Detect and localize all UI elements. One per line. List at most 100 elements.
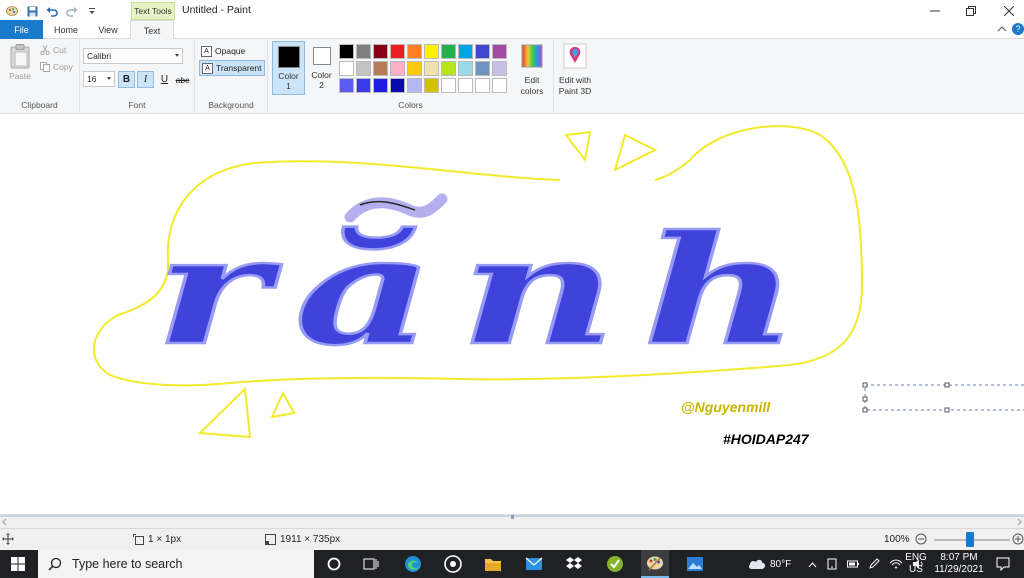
- device-icon[interactable]: [826, 558, 838, 570]
- copy-button[interactable]: Copy: [40, 62, 73, 72]
- file-explorer-icon[interactable]: [483, 554, 503, 574]
- language-indicator[interactable]: ENG US: [905, 550, 927, 578]
- selection-size-text: 1 × 1px: [148, 534, 182, 545]
- palette-swatch[interactable]: [424, 78, 439, 93]
- tab-text[interactable]: Text: [130, 20, 174, 40]
- palette-swatch[interactable]: [356, 61, 371, 76]
- horizontal-scrollbar[interactable]: [0, 514, 1024, 528]
- palette-swatch[interactable]: [458, 78, 473, 93]
- drawing-canvas[interactable]: rănh @Nguyenmill #HOIDAP247: [0, 115, 1024, 514]
- palette-swatch[interactable]: [492, 78, 507, 93]
- zoom-level: 100%: [884, 534, 910, 545]
- palette-swatch[interactable]: [356, 44, 371, 59]
- taskbar-search-box[interactable]: Type here to search: [38, 550, 314, 578]
- strikethrough-button[interactable]: abc: [174, 71, 191, 88]
- image-size-indicator: 1911 × 735px: [265, 534, 340, 545]
- help-icon[interactable]: ?: [1012, 23, 1024, 35]
- palette-swatch[interactable]: [492, 61, 507, 76]
- customize-toolbar-icon[interactable]: [85, 4, 99, 18]
- edit-with-paint3d-button[interactable]: Edit with Paint 3D: [556, 43, 594, 97]
- edit-colors-button[interactable]: Edit colors: [517, 43, 547, 97]
- bold-button[interactable]: B: [118, 71, 135, 88]
- photos-icon[interactable]: [685, 554, 705, 574]
- paste-button[interactable]: Paste: [6, 43, 34, 81]
- palette-swatch[interactable]: [475, 61, 490, 76]
- palette-swatch[interactable]: [373, 61, 388, 76]
- notifications-icon[interactable]: [996, 550, 1010, 578]
- clock-date: 11/29/2021: [934, 564, 984, 575]
- steam-icon[interactable]: [443, 554, 463, 574]
- palette-swatch[interactable]: [373, 44, 388, 59]
- color1-label: Color: [278, 71, 299, 81]
- color1-button[interactable]: Color 1: [272, 41, 305, 95]
- palette-swatch[interactable]: [458, 44, 473, 59]
- paint-taskbar-icon[interactable]: [641, 550, 669, 578]
- restore-button[interactable]: [952, 0, 990, 22]
- collapse-ribbon-icon[interactable]: [997, 24, 1007, 34]
- palette-swatch[interactable]: [339, 44, 354, 59]
- font-size-select[interactable]: 16: [83, 71, 115, 87]
- undo-icon[interactable]: [45, 4, 59, 18]
- palette-swatch[interactable]: [339, 78, 354, 93]
- palette-swatch[interactable]: [407, 44, 422, 59]
- battery-icon[interactable]: [847, 559, 859, 569]
- selection-icon: [133, 534, 144, 545]
- font-family-select[interactable]: Calibri: [83, 48, 183, 64]
- palette-swatch[interactable]: [441, 78, 456, 93]
- wifi-icon[interactable]: [889, 559, 903, 569]
- task-view-icon[interactable]: [361, 554, 381, 574]
- save-icon[interactable]: [25, 4, 39, 18]
- palette-swatch[interactable]: [424, 44, 439, 59]
- game-app-icon[interactable]: [605, 554, 625, 574]
- cortana-icon[interactable]: [324, 554, 344, 574]
- paste-icon: [10, 44, 30, 69]
- tab-view[interactable]: View: [90, 20, 126, 39]
- weather-widget[interactable]: 80°F: [748, 550, 791, 578]
- palette-swatch[interactable]: [458, 61, 473, 76]
- palette-swatch[interactable]: [356, 78, 371, 93]
- palette-swatch[interactable]: [492, 44, 507, 59]
- color2-button[interactable]: Color 2: [305, 41, 338, 95]
- palette-swatch[interactable]: [339, 61, 354, 76]
- language-text: ENG: [905, 552, 927, 563]
- zoom-out-button[interactable]: [915, 533, 927, 545]
- minimize-button[interactable]: [916, 0, 954, 22]
- window-title: Untitled - Paint: [182, 4, 251, 16]
- italic-button[interactable]: I: [137, 71, 154, 88]
- copy-icon: [40, 62, 50, 72]
- chevron-up-icon[interactable]: [808, 561, 817, 568]
- palette-swatch[interactable]: [407, 78, 422, 93]
- tab-file[interactable]: File: [0, 20, 43, 39]
- paint-app-icon: [5, 4, 19, 18]
- zoom-slider-thumb[interactable]: [966, 532, 974, 547]
- cut-label: Cut: [53, 45, 67, 55]
- transparent-option[interactable]: A Transparent: [199, 60, 265, 76]
- pen-icon[interactable]: [868, 558, 880, 570]
- palette-swatch[interactable]: [441, 44, 456, 59]
- redo-icon[interactable]: [65, 4, 79, 18]
- close-button[interactable]: [990, 0, 1024, 22]
- palette-swatch[interactable]: [424, 61, 439, 76]
- windows-start-icon[interactable]: [8, 554, 28, 574]
- mail-icon[interactable]: [524, 554, 544, 574]
- palette-swatch[interactable]: [390, 78, 405, 93]
- cut-button[interactable]: Cut: [40, 45, 66, 55]
- ribbon: Paste Cut Copy Clipboard Calibri 16 B I …: [0, 39, 1024, 114]
- palette-swatch[interactable]: [475, 78, 490, 93]
- tab-home[interactable]: Home: [48, 20, 84, 39]
- palette-swatch[interactable]: [390, 61, 405, 76]
- clock[interactable]: 8:07 PM 11/29/2021: [932, 550, 986, 578]
- palette-swatch[interactable]: [475, 44, 490, 59]
- palette-swatch[interactable]: [407, 61, 422, 76]
- palette-swatch[interactable]: [373, 78, 388, 93]
- font-family-value: Calibri: [87, 51, 112, 61]
- palette-swatch[interactable]: [390, 44, 405, 59]
- zoom-in-button[interactable]: [1012, 533, 1024, 545]
- palette-swatch[interactable]: [441, 61, 456, 76]
- paint3d-label: Edit with: [558, 75, 592, 85]
- opaque-icon: A: [201, 45, 212, 57]
- underline-button[interactable]: U: [156, 71, 173, 88]
- dropbox-icon[interactable]: [564, 554, 584, 574]
- edge-icon[interactable]: [403, 554, 423, 574]
- opaque-option[interactable]: A Opaque: [199, 43, 265, 59]
